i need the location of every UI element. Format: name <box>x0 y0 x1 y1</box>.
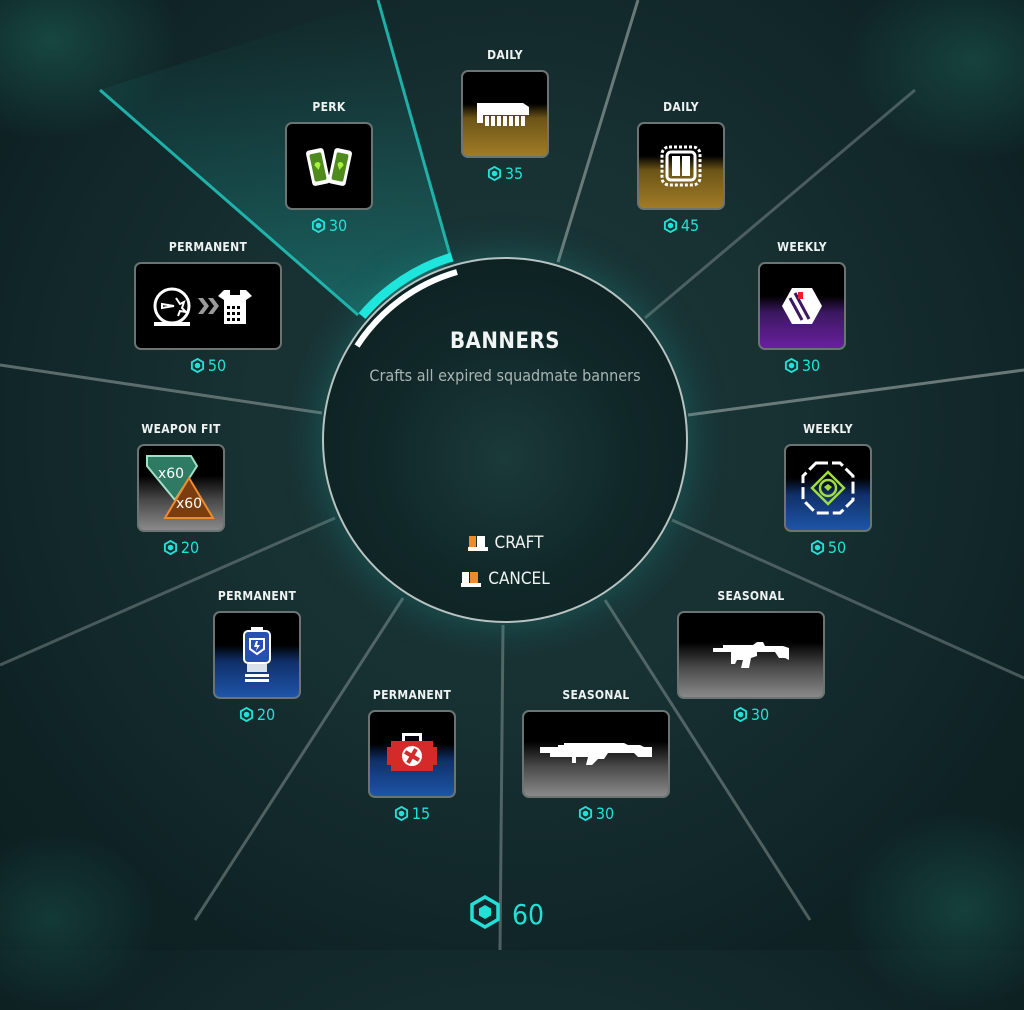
shield-cell-icon <box>243 627 271 682</box>
item-cost: 15 <box>362 804 462 823</box>
crafting-metals-icon <box>487 165 502 182</box>
item-tile[interactable] <box>368 710 456 798</box>
selected-item-panel: BANNERS Crafts all expired squadmate ban… <box>322 257 688 623</box>
crafting-metals-icon <box>468 894 502 933</box>
item-cost: 35 <box>455 164 555 183</box>
craft-item-permanent-medkit[interactable]: PERMANENT 15 <box>362 686 462 823</box>
item-cost: 20 <box>131 538 231 557</box>
item-cost: 30 <box>673 705 829 724</box>
crafting-metals-balance: 60 <box>468 894 545 933</box>
craft-item-weekly-hex[interactable]: WEEKLY 30 <box>752 238 852 375</box>
item-category: WEEKLY <box>777 240 827 254</box>
item-category: WEAPON FIT <box>141 422 221 436</box>
selected-item-description: Crafts all expired squadmate banners <box>369 366 641 385</box>
item-tile[interactable] <box>758 262 846 350</box>
crafting-metals-icon <box>163 539 178 556</box>
smg-icon <box>713 642 789 668</box>
item-tile[interactable] <box>134 262 282 350</box>
item-category: DAILY <box>663 100 699 114</box>
item-category: PERK <box>312 100 346 114</box>
divider-line <box>687 368 1024 417</box>
crafting-metals-icon <box>578 805 593 822</box>
syringe-pair-icon <box>306 148 352 186</box>
item-tile[interactable]: x60 x60 <box>137 444 225 532</box>
item-tile[interactable] <box>522 710 670 798</box>
item-cost: 50 <box>130 356 286 375</box>
item-tile[interactable] <box>213 611 301 699</box>
craft-item-seasonal-smg[interactable]: SEASONAL 30 <box>673 587 829 724</box>
item-tile[interactable] <box>461 70 549 158</box>
magazine-icon <box>477 103 529 126</box>
craft-item-permanent-evo[interactable]: PERMANENT 50 <box>130 238 286 375</box>
heal-recycle-icon <box>801 461 855 515</box>
item-tile[interactable] <box>637 122 725 210</box>
item-category: PERMANENT <box>217 589 297 603</box>
ammo-chip-icon <box>660 145 702 187</box>
item-cost: 50 <box>778 538 878 557</box>
item-tile[interactable] <box>677 611 825 699</box>
item-category: SEASONAL <box>562 688 630 702</box>
crafting-metals-icon <box>311 217 326 234</box>
craft-item-seasonal-rifle[interactable]: SEASONAL 30 <box>518 686 674 823</box>
selected-item-title: BANNERS <box>449 329 561 354</box>
medkit-icon <box>387 733 437 771</box>
hex-key-icon <box>782 288 822 324</box>
crafting-metals-icon <box>810 539 825 556</box>
item-category: DAILY <box>487 48 523 62</box>
replicator-icon <box>467 534 489 552</box>
crafting-metals-count: 60 <box>512 897 545 931</box>
item-category: SEASONAL <box>717 589 785 603</box>
item-category: PERMANENT <box>372 688 452 702</box>
crafting-metals-icon <box>733 706 748 723</box>
ammo-count-badge: x60 <box>176 496 202 512</box>
replicator-icon <box>460 570 482 588</box>
item-cost: 30 <box>279 216 379 235</box>
craft-item-perk[interactable]: PERK 30 <box>279 98 379 235</box>
item-category: WEEKLY <box>803 422 853 436</box>
divider-line <box>556 0 640 263</box>
ammo-pack-icon: x60 x60 <box>146 455 215 519</box>
item-cost: 30 <box>518 804 674 823</box>
cancel-label: CANCEL <box>488 569 550 589</box>
craft-item-daily-magazine[interactable]: DAILY 35 <box>455 46 555 183</box>
item-tile[interactable] <box>285 122 373 210</box>
craft-label: CRAFT <box>494 533 544 553</box>
cancel-button[interactable]: CANCEL <box>324 569 686 589</box>
crafting-metals-icon <box>784 357 799 374</box>
crafting-metals-icon <box>239 706 254 723</box>
item-cost: 30 <box>752 356 852 375</box>
armor-evo-icon <box>153 287 252 326</box>
craft-item-weekly-heal[interactable]: WEEKLY 50 <box>778 420 878 557</box>
crafting-metals-icon <box>394 805 409 822</box>
craft-item-weapon-fit[interactable]: WEAPON FIT x60 x60 20 <box>131 420 231 557</box>
craft-item-permanent-shield-cell[interactable]: PERMANENT 20 <box>207 587 307 724</box>
crafting-metals-icon <box>663 217 678 234</box>
sniper-rifle-icon <box>540 743 652 765</box>
item-cost: 45 <box>631 216 731 235</box>
item-tile[interactable] <box>784 444 872 532</box>
craft-button[interactable]: CRAFT <box>324 533 686 553</box>
crafting-metals-icon <box>190 357 205 374</box>
item-cost: 20 <box>207 705 307 724</box>
item-category: PERMANENT <box>168 240 248 254</box>
craft-item-daily-chip[interactable]: DAILY 45 <box>631 98 731 235</box>
ammo-count-badge: x60 <box>158 466 184 482</box>
